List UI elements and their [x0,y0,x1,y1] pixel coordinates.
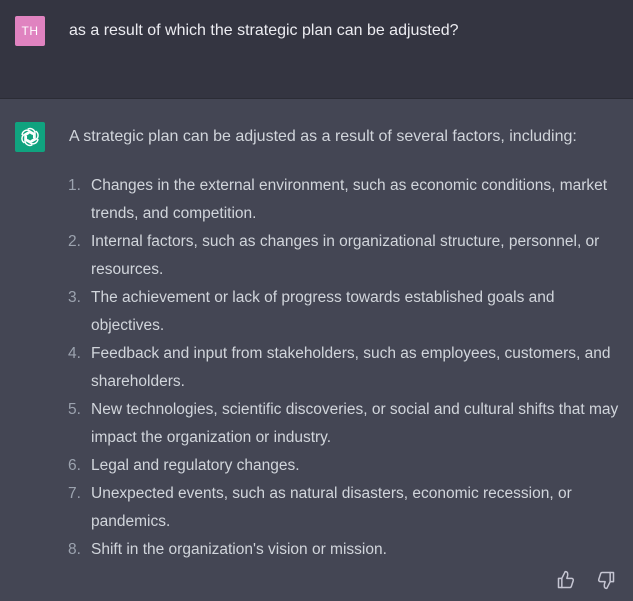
list-item-text: Legal and regulatory changes. [91,457,300,474]
list-item: 6. Legal and regulatory changes. [0,452,633,480]
list-item-text: New technologies, scientific discoveries… [91,401,619,446]
thumbs-up-button[interactable] [556,570,576,590]
user-avatar: TH [15,16,45,46]
list-item-number: 6. [68,457,81,474]
list-item-number: 1. [68,177,81,194]
list-item-number: 5. [68,401,81,418]
list-item: 4. Feedback and input from stakeholders,… [0,340,633,396]
list-item-number: 4. [68,345,81,362]
thumbs-down-button[interactable] [596,570,616,590]
list-item-text: The achievement or lack of progress towa… [91,289,555,334]
list-item-text: Feedback and input from stakeholders, su… [91,345,611,390]
list-item-number: 2. [68,233,81,250]
openai-logo-icon [21,127,39,147]
list-item: 2. Internal factors, such as changes in … [0,228,633,284]
list-item-text: Unexpected events, such as natural disas… [91,485,572,530]
assistant-avatar [15,122,45,152]
list-item: 1. Changes in the external environment, … [0,172,633,228]
list-item: 8. Shift in the organization's vision or… [0,536,633,564]
user-message: TH as a result of which the strategic pl… [0,0,633,99]
list-item: 7. Unexpected events, such as natural di… [0,480,633,536]
list-item-number: 7. [68,485,81,502]
list-item-text: Internal factors, such as changes in org… [91,233,600,278]
list-item: 5. New technologies, scientific discover… [0,396,633,452]
assistant-intro-text: A strategic plan can be adjusted as a re… [69,128,577,145]
assistant-message: A strategic plan can be adjusted as a re… [0,99,633,601]
list-item-text: Changes in the external environment, suc… [91,177,608,222]
factors-list: 1. Changes in the external environment, … [0,172,633,564]
list-item: 3. The achievement or lack of progress t… [0,284,633,340]
user-message-text: as a result of which the strategic plan … [69,22,459,39]
list-item-number: 8. [68,541,81,558]
thumbs-up-icon [557,570,575,589]
list-item-text: Shift in the organization's vision or mi… [91,541,387,558]
thumbs-down-icon [597,571,615,590]
list-item-number: 3. [68,289,81,306]
